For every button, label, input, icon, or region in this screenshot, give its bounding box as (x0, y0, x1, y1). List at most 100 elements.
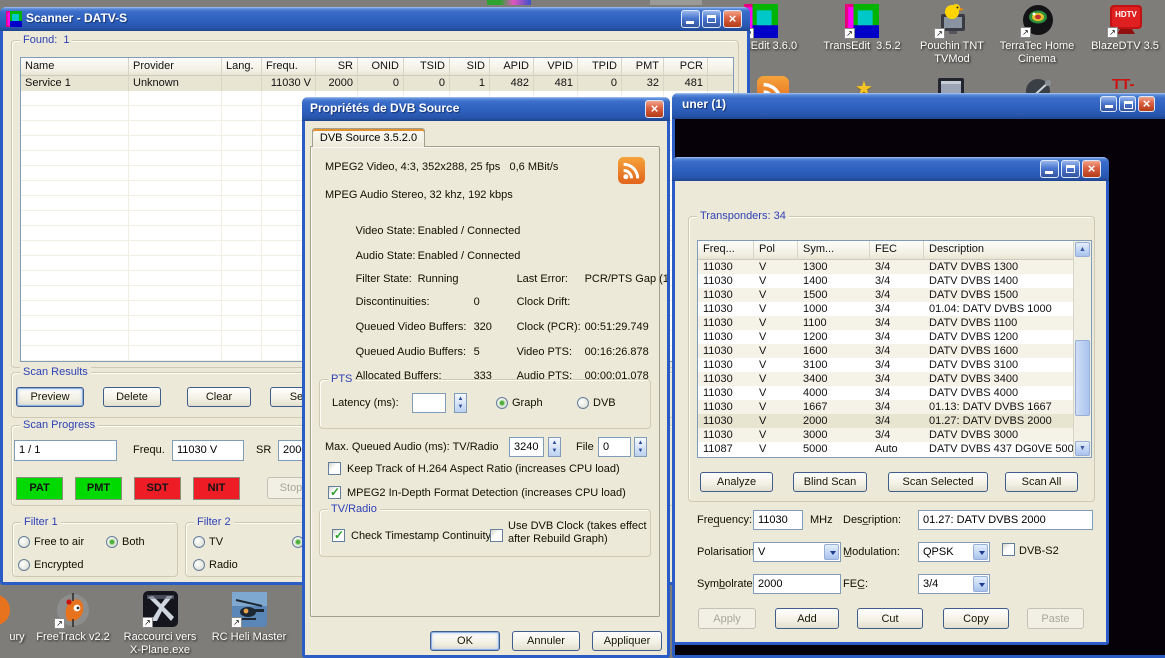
desktop-icon-label[interactable]: Pouchin TNT TVMod (907, 40, 997, 66)
column-header[interactable]: Sym... (798, 241, 870, 259)
description-input[interactable]: 01.27: DATV DVBS 2000 (918, 510, 1093, 530)
radio-graph[interactable] (496, 397, 508, 409)
modulation-select[interactable]: QPSK (918, 542, 990, 562)
desktop-icon-partial[interactable] (0, 594, 14, 626)
desktop-icon-label[interactable]: FreeTrack v2.2 (28, 631, 118, 644)
mpeg2-checkbox-label[interactable]: MPEG2 In-Depth Format Detection (increas… (347, 487, 626, 499)
radio-both[interactable] (106, 536, 118, 548)
progress-field[interactable]: 1 / 1 (14, 440, 117, 461)
h264-checkbox[interactable] (328, 462, 341, 475)
column-header[interactable]: Provider (129, 58, 222, 75)
close-button[interactable]: × (645, 100, 664, 118)
transponder-row[interactable]: 11030V30003/4DATV DVBS 3000 (698, 428, 1074, 442)
minimize-button[interactable] (1100, 96, 1117, 112)
desktop-icon-label[interactable]: TransEdit 3.5.2 (817, 40, 907, 53)
maximize-button[interactable] (1119, 96, 1136, 112)
radio-label[interactable]: Graph (512, 397, 543, 409)
scrollbar[interactable]: ▲ ▼ (1073, 241, 1091, 457)
tt-logo-fragment[interactable]: TT- (1112, 76, 1152, 93)
column-header[interactable]: Pol (754, 241, 798, 259)
column-header[interactable]: Name (21, 58, 129, 75)
ok-button[interactable]: OK (430, 631, 500, 651)
scan-all-button[interactable]: Scan All (1005, 472, 1078, 492)
star-icon-fragment[interactable]: ★ (855, 76, 885, 94)
apply-button[interactable]: Appliquer (592, 631, 662, 651)
column-header[interactable]: Freq... (698, 241, 754, 259)
tuner-back-titlebar[interactable]: uner (1) × (672, 93, 1165, 119)
timestamp-checkbox[interactable] (332, 529, 345, 542)
paste-button[interactable]: Paste (1027, 608, 1084, 629)
copy-button[interactable]: Copy (943, 608, 1009, 629)
column-header[interactable]: PMT (622, 58, 664, 75)
desktop-icon-terratec[interactable]: ↗ (1021, 3, 1055, 37)
column-header[interactable]: Frequ. (262, 58, 316, 75)
desktop-icon-blazedtv[interactable]: HDTV ↗ (1108, 3, 1144, 37)
radio-encrypted[interactable] (18, 559, 30, 571)
desktop-icon-transedit-352[interactable]: ↗ (845, 4, 879, 38)
latency-spinbox[interactable]: 300 (412, 393, 446, 413)
minimize-button[interactable] (681, 10, 700, 28)
maximize-button[interactable] (1061, 160, 1080, 178)
freq-field[interactable]: 11030 V (172, 440, 244, 461)
monitor-icon-fragment[interactable] (935, 77, 967, 94)
h264-checkbox-label[interactable]: Keep Track of H.264 Aspect Ratio (increa… (347, 463, 620, 475)
dvbs2-checkbox[interactable] (1002, 543, 1015, 556)
tuner-front-titlebar[interactable]: × (672, 157, 1109, 181)
tab-dvb-source[interactable]: DVB Source 3.5.2.0 (312, 128, 425, 147)
radio-radio[interactable] (193, 559, 205, 571)
radio-label[interactable]: Encrypted (34, 559, 84, 571)
file-spinbox[interactable]: 0 (598, 437, 631, 457)
desktop-icon-xplane[interactable]: ↗ (143, 591, 178, 627)
delete-button[interactable]: Delete (103, 387, 161, 407)
cancel-button[interactable]: Annuler (512, 631, 580, 651)
column-header[interactable]: Lang. (222, 58, 262, 75)
frequency-input[interactable]: 11030 (753, 510, 803, 530)
scrollbar-thumb[interactable] (1075, 340, 1090, 416)
column-header[interactable]: TSID (404, 58, 450, 75)
column-header[interactable]: PCR (664, 58, 708, 75)
radio-dvb[interactable] (577, 397, 589, 409)
transponder-row[interactable]: 11030V16003/4DATV DVBS 1600 (698, 344, 1074, 358)
file-spinner[interactable] (634, 437, 647, 457)
minimize-button[interactable] (1040, 160, 1059, 178)
maximize-button[interactable] (702, 10, 721, 28)
transponder-row[interactable]: 11030V40003/4DATV DVBS 4000 (698, 386, 1074, 400)
fec-select[interactable]: 3/4 (918, 574, 990, 594)
dvbclock-checkbox-label[interactable]: Use DVB Clock (takes effect after Rebuil… (508, 520, 647, 546)
desktop-icon-label[interactable]: BlazeDTV 3.5 (1080, 40, 1165, 53)
scroll-up-icon[interactable]: ▲ (1075, 242, 1090, 257)
transponder-row[interactable]: 11030V14003/4DATV DVBS 1400 (698, 274, 1074, 288)
desktop-icon-pouchin[interactable]: ↗ (935, 2, 969, 38)
apply-button[interactable]: Apply (698, 608, 756, 629)
add-button[interactable]: Add (775, 608, 839, 629)
column-header[interactable]: FEC (870, 241, 924, 259)
timestamp-checkbox-label[interactable]: Check Timestamp Continuity (351, 530, 491, 542)
column-header[interactable]: ONID (358, 58, 404, 75)
radio-label[interactable]: DVB (593, 397, 616, 409)
analyze-button[interactable]: Analyze (700, 472, 773, 492)
transponder-row[interactable]: 11030V34003/4DATV DVBS 3400 (698, 372, 1074, 386)
cut-button[interactable]: Cut (857, 608, 923, 629)
transponder-row[interactable]: 11030V20003/401.27: DATV DVBS 2000 (698, 414, 1074, 428)
transponder-list[interactable]: Freq...PolSym...FECDescription11030V1300… (697, 240, 1092, 458)
preview-button[interactable]: Preview (16, 387, 84, 407)
radio-label[interactable]: Both (122, 536, 145, 548)
column-header[interactable]: VPID (534, 58, 578, 75)
transponder-row[interactable]: 11030V10003/401.04: DATV DVBS 1000 (698, 302, 1074, 316)
close-button[interactable]: × (1138, 96, 1155, 112)
max-queued-spinbox[interactable]: 3240 (509, 437, 544, 457)
transponder-row[interactable]: 11030V15003/4DATV DVBS 1500 (698, 288, 1074, 302)
column-header[interactable]: APID (490, 58, 534, 75)
scanner-titlebar[interactable]: Scanner - DATV-S × (0, 7, 750, 31)
scan-selected-button[interactable]: Scan Selected (888, 472, 988, 492)
symbolrate-input[interactable]: 2000 (753, 574, 841, 594)
scroll-down-icon[interactable]: ▼ (1075, 441, 1090, 456)
column-header[interactable]: SID (450, 58, 490, 75)
close-button[interactable]: × (1082, 160, 1101, 178)
desktop-icon-label[interactable]: RC Heli Master (204, 631, 294, 644)
transponder-row[interactable]: 11030V31003/4DATV DVBS 3100 (698, 358, 1074, 372)
column-header[interactable]: TPID (578, 58, 622, 75)
column-header[interactable]: Description (924, 241, 1074, 259)
transponder-row[interactable]: 11030V12003/4DATV DVBS 1200 (698, 330, 1074, 344)
transponder-row[interactable]: 11087V5000AutoDATV DVBS 437 DG0VE 5000 (698, 442, 1074, 456)
